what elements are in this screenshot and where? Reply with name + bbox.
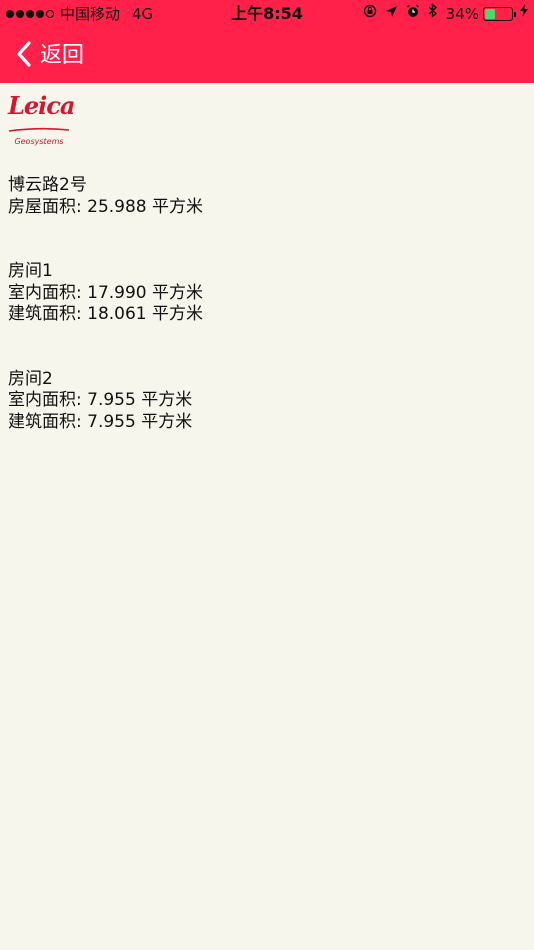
- back-label: 返回: [40, 43, 85, 68]
- back-button[interactable]: 返回: [14, 40, 84, 72]
- room-building-area: 建筑面积: 7.955 平方米: [8, 411, 193, 432]
- room-block-2: 房间2 室内面积: 7.955 平方米 建筑面积: 7.955 平方米: [8, 369, 203, 434]
- battery-percentage: 34%: [445, 5, 479, 23]
- address-name: 博云路2号: [8, 175, 87, 195]
- leica-logo: Leica Geosystems: [8, 91, 75, 147]
- room-indoor-area: 室内面积: 17.990 平方米: [8, 282, 204, 303]
- chevron-left-icon: [14, 40, 36, 72]
- house-area: 房屋面积: 25.988 平方米: [8, 196, 204, 217]
- orientation-lock-icon: [363, 0, 377, 28]
- location-arrow-icon: [385, 0, 398, 28]
- room-name: 房间2: [8, 368, 53, 389]
- room-block-1: 房间1 室内面积: 17.990 平方米 建筑面积: 18.061 平方米: [8, 261, 203, 326]
- room-name: 房间1: [8, 261, 53, 281]
- room-building-area: 建筑面积: 18.061 平方米: [8, 304, 204, 324]
- battery-icon: [483, 7, 513, 21]
- charging-bolt-icon: [520, 0, 528, 28]
- nav-bar: 返回: [0, 28, 534, 83]
- status-right: 34%: [355, 0, 528, 28]
- logo-subtitle: Geosystems: [14, 137, 64, 146]
- bluetooth-icon: [428, 0, 438, 28]
- alarm-icon: [406, 0, 420, 28]
- status-bar: 中国移动 4G 上午8:54 34%: [0, 0, 534, 28]
- area-report: 博云路2号 房屋面积: 25.988 平方米 房间1 室内面积: 17.990 …: [8, 175, 203, 433]
- logo-swoosh: [8, 127, 70, 132]
- battery-level-fill: [485, 9, 495, 19]
- room-indoor-area: 室内面积: 7.955 平方米: [8, 390, 193, 410]
- header: 中国移动 4G 上午8:54 34% 返回: [0, 0, 534, 83]
- logo-word: Leica: [8, 91, 75, 120]
- address-block: 博云路2号 房屋面积: 25.988 平方米: [8, 175, 203, 218]
- battery-tip: [514, 11, 516, 17]
